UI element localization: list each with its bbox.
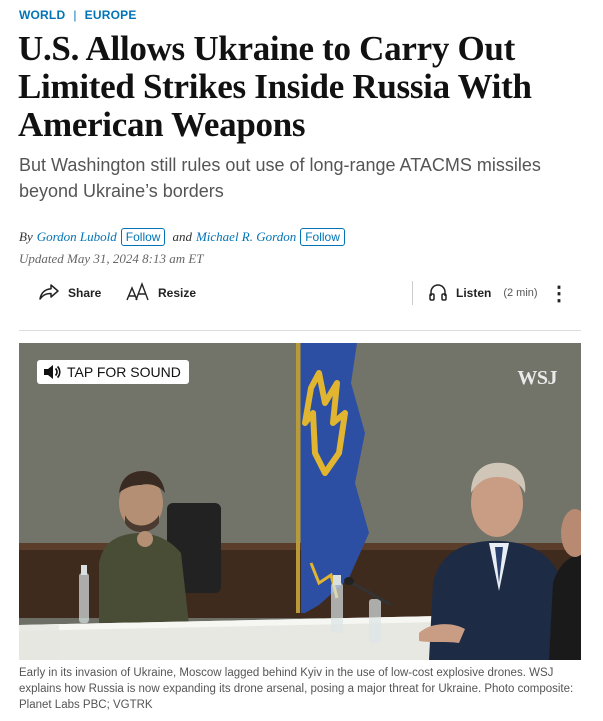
more-options-icon[interactable]: ⋮ <box>549 278 569 308</box>
follow-button-1[interactable]: Follow <box>120 228 166 246</box>
listen-label: Listen <box>456 286 492 300</box>
listen-button[interactable]: Listen (2 min) <box>428 278 538 308</box>
share-icon <box>38 283 60 304</box>
listen-duration: (2 min) <box>503 287 538 299</box>
resize-label: Resize <box>158 286 197 300</box>
toolbar-divider <box>412 281 413 305</box>
byline-prefix: By <box>19 229 33 244</box>
tap-for-sound-label: TAP FOR SOUND <box>67 364 181 380</box>
divider <box>19 330 581 331</box>
article-toolbar: Share Resize Listen (2 min) ⋮ <box>19 278 581 308</box>
article-page: WORLD | EUROPE U.S. Allows Ukraine to Ca… <box>0 0 603 721</box>
headphones-icon <box>428 282 448 305</box>
author-link-1[interactable]: Gordon Lubold <box>37 229 117 245</box>
updated-timestamp: Updated May 31, 2024 8:13 am ET <box>19 251 204 266</box>
kicker-separator: | <box>73 8 77 22</box>
subsection-link[interactable]: EUROPE <box>85 8 137 22</box>
speaker-icon <box>43 364 61 380</box>
video-player[interactable]: TAP FOR SOUND WSJ <box>19 343 581 660</box>
byline: By Gordon Lubold Follow and Michael R. G… <box>19 228 348 246</box>
follow-button-2[interactable]: Follow <box>300 228 345 246</box>
headline: U.S. Allows Ukraine to Carry Out Limited… <box>18 29 532 144</box>
section-kicker: WORLD | EUROPE <box>19 8 137 22</box>
share-button[interactable]: Share <box>38 278 101 308</box>
byline-conjunction: and <box>172 229 192 244</box>
resize-button[interactable]: Resize <box>126 278 196 308</box>
section-link[interactable]: WORLD <box>19 8 65 22</box>
dek: But Washington still rules out use of lo… <box>19 155 541 201</box>
wsj-watermark: WSJ <box>517 367 557 389</box>
author-link-2[interactable]: Michael R. Gordon <box>196 229 296 245</box>
share-label: Share <box>68 286 102 300</box>
tap-for-sound-button[interactable]: TAP FOR SOUND <box>37 360 189 384</box>
video-frame <box>19 343 581 660</box>
media-caption: Early in its invasion of Ukraine, Moscow… <box>19 667 574 711</box>
resize-icon <box>126 281 150 305</box>
